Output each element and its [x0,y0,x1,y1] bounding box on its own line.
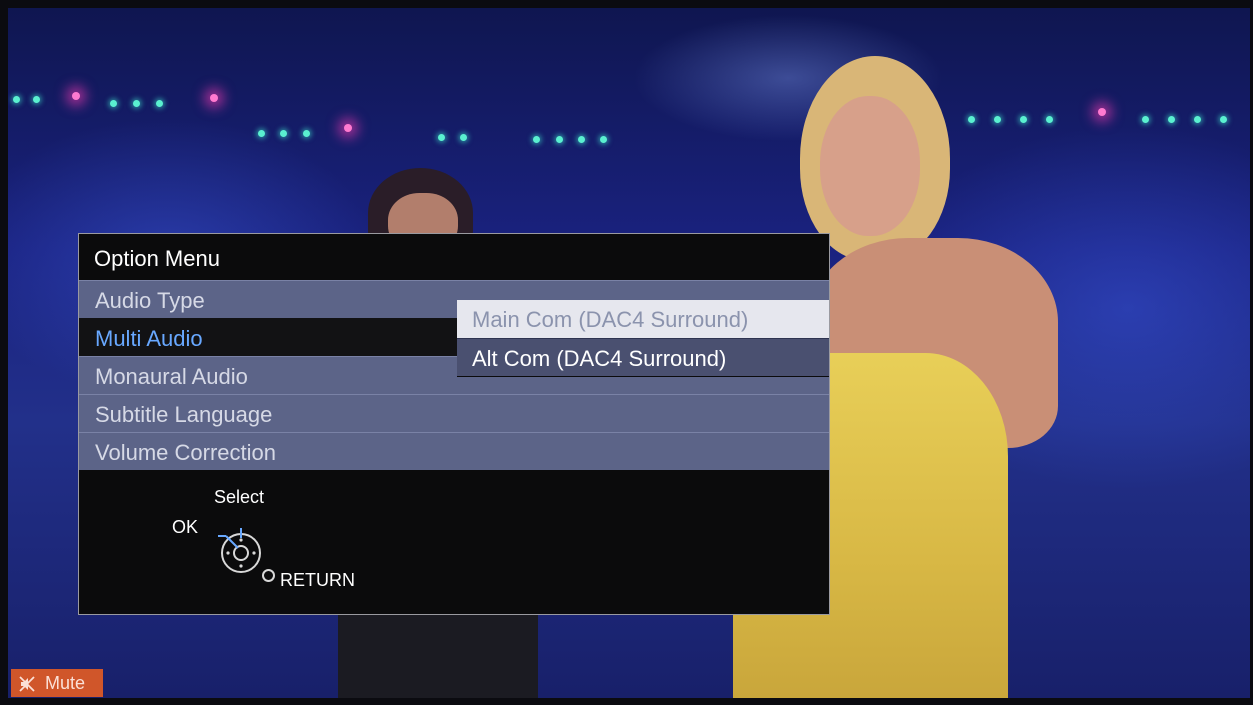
submenu-item-alt-com[interactable]: Alt Com (DAC4 Surround) [457,338,829,376]
remote-dpad-icon [218,528,261,573]
stage-light [1168,116,1175,123]
multi-audio-submenu: Main Com (DAC4 Surround) Alt Com (DAC4 S… [457,300,829,377]
stage-light [258,130,265,137]
return-hint-label: RETURN [280,570,355,590]
stage-light [1194,116,1201,123]
presenter-left-body [338,608,538,698]
return-button-icon [262,569,275,582]
stage-light [72,92,80,100]
stage-light [344,124,352,132]
stage-light [460,134,467,141]
stage-light [156,100,163,107]
stage-light [280,130,287,137]
stage-light [994,116,1001,123]
stage-light [533,136,540,143]
stage-light [13,96,20,103]
stage-light [578,136,585,143]
stage-light [33,96,40,103]
stage-light [600,136,607,143]
stage-light [1046,116,1053,123]
mute-label: Mute [45,673,86,693]
stage-light [1220,116,1227,123]
stage-light [438,134,445,141]
stage-light [1142,116,1149,123]
option-menu: Option Menu Audio Type Multi Audio Monau… [78,233,830,615]
mute-indicator: Mute [11,669,103,697]
stage-light [303,130,310,137]
stage-light [1098,108,1106,116]
stage-light [210,94,218,102]
menu-item-volume-correction[interactable]: Volume Correction [79,432,829,470]
presenter-right-face [820,96,920,236]
menu-item-subtitle-language[interactable]: Subtitle Language [79,394,829,432]
stage-light [1020,116,1027,123]
speaker-muted-icon [19,676,35,692]
select-hint-label: Select [214,487,265,507]
stage-light [133,100,140,107]
menu-title: Option Menu [79,234,829,280]
stage-light [556,136,563,143]
submenu-item-main-com[interactable]: Main Com (DAC4 Surround) [457,300,829,338]
ok-hint-label: OK [172,517,199,537]
menu-footer-hints: Select OK RETURN [79,476,829,614]
stage-light [968,116,975,123]
stage-light [110,100,117,107]
